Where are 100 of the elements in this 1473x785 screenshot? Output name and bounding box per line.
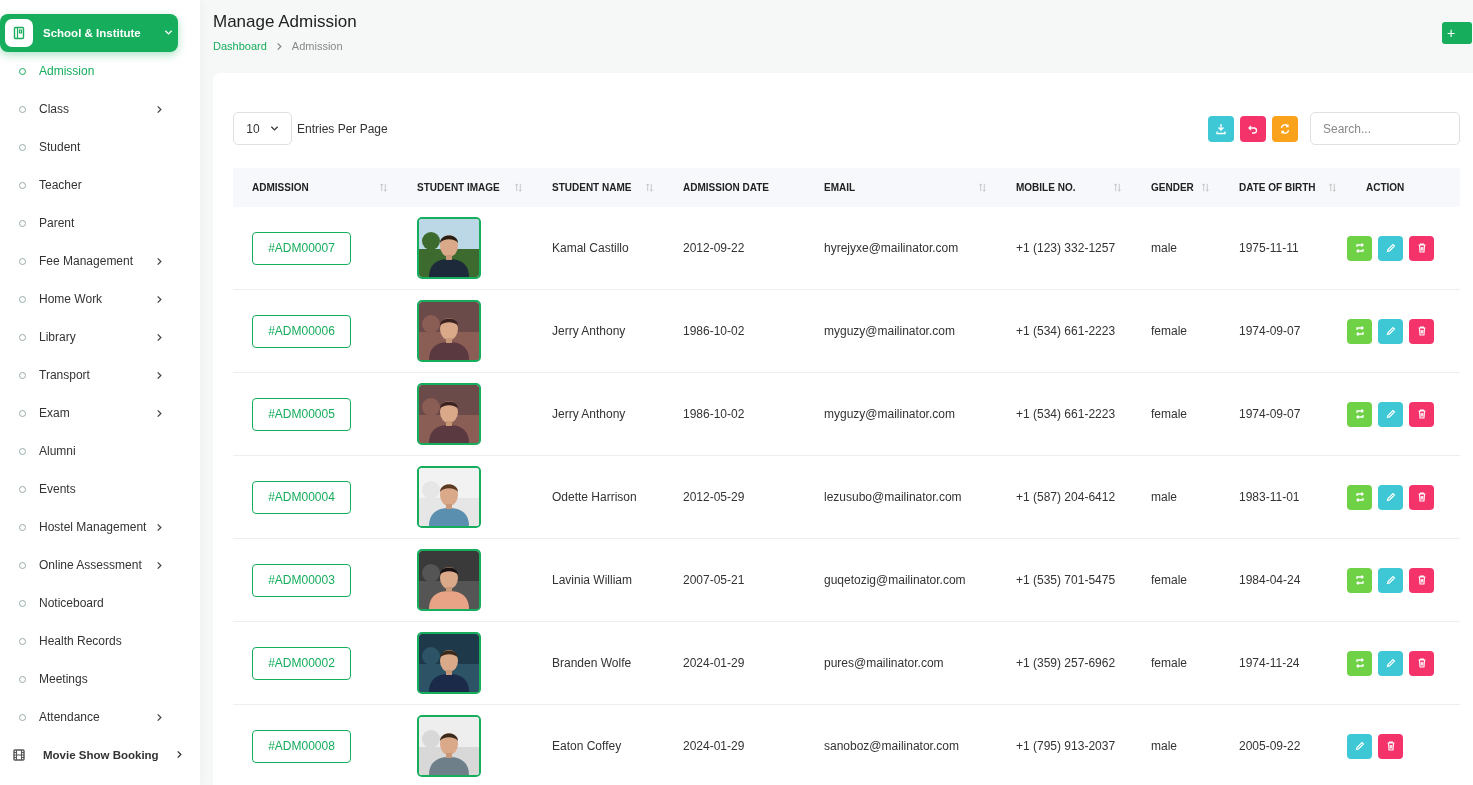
table-cell: Jerry Anthony: [552, 407, 626, 421]
sidebar-item[interactable]: Events: [0, 470, 200, 508]
edit-button[interactable]: [1378, 484, 1403, 510]
sidebar-item[interactable]: Transport: [0, 356, 200, 394]
search-field[interactable]: Search...: [1310, 112, 1460, 145]
chevron-icon: [155, 522, 164, 532]
table-cell: 1974-09-07: [1239, 407, 1301, 421]
undo-button[interactable]: [1240, 115, 1266, 142]
table-cell: female: [1151, 656, 1188, 670]
convert-button[interactable]: [1347, 401, 1372, 427]
table-cell: male: [1151, 739, 1177, 753]
page-size-select[interactable]: 10: [233, 112, 292, 145]
convert-button[interactable]: [1347, 484, 1372, 510]
table-cell: lezusubo@mailinator.com: [824, 490, 962, 504]
download-button[interactable]: [1208, 115, 1234, 142]
sidebar-item[interactable]: Online Assessment: [0, 546, 200, 584]
edit-button[interactable]: [1347, 733, 1372, 759]
table-cell: sanoboz@mailinator.com: [824, 739, 959, 753]
column-header[interactable]: STUDENT IMAGE: [417, 182, 500, 193]
sidebar-item[interactable]: Home Work: [0, 280, 200, 318]
delete-button[interactable]: [1409, 401, 1434, 427]
delete-button[interactable]: [1409, 484, 1434, 510]
sidebar-item[interactable]: Fee Management: [0, 242, 200, 280]
delete-button[interactable]: [1378, 733, 1403, 759]
column-header[interactable]: MOBILE NO.: [1016, 182, 1076, 193]
convert-button[interactable]: [1347, 650, 1372, 676]
table-cell: 1975-11-11: [1239, 241, 1299, 255]
column-header[interactable]: GENDER: [1151, 182, 1194, 193]
page-title: Manage Admission: [213, 12, 358, 32]
table-cell: Jerry Anthony: [552, 324, 626, 338]
sidebar-item[interactable]: Attendance: [0, 698, 200, 736]
table-cell: +1 (534) 661-2223: [1016, 407, 1116, 421]
edit-button[interactable]: [1378, 235, 1403, 261]
sidebar-item[interactable]: Library: [0, 318, 200, 356]
table-cell: 2024-01-29: [683, 656, 745, 670]
column-header[interactable]: ACTION: [1366, 182, 1405, 193]
breadcrumb-current: Admission: [291, 40, 343, 52]
sort-icon[interactable]: [514, 183, 523, 192]
column-header[interactable]: ADMISSION: [252, 182, 309, 193]
table-cell: myguzy@mailinator.com: [824, 407, 955, 421]
chevron-icon: [155, 560, 164, 570]
delete-button[interactable]: [1409, 567, 1434, 593]
table-cell: +1 (359) 257-6962: [1016, 656, 1116, 670]
column-header[interactable]: STUDENT NAME: [552, 182, 632, 193]
sidebar-item[interactable]: Class: [0, 90, 200, 128]
delete-button[interactable]: [1409, 650, 1434, 676]
table-cell: +1 (795) 913-2037: [1016, 739, 1116, 753]
book-icon: [12, 26, 26, 40]
convert-button[interactable]: [1347, 318, 1372, 344]
delete-button[interactable]: [1409, 235, 1434, 261]
edit-button[interactable]: [1378, 567, 1403, 593]
chevron-icon: [155, 332, 164, 342]
table-cell: female: [1151, 573, 1188, 587]
table-cell: female: [1151, 324, 1188, 338]
sidebar-item[interactable]: Teacher: [0, 166, 200, 204]
edit-button[interactable]: [1378, 318, 1403, 344]
table-cell: +1 (535) 701-5475: [1016, 573, 1116, 587]
delete-button[interactable]: [1409, 318, 1434, 344]
column-header[interactable]: ADMISSION DATE: [683, 182, 769, 193]
sidebar-item[interactable]: Exam: [0, 394, 200, 432]
table-cell: 1986-10-02: [683, 324, 745, 338]
convert-button[interactable]: [1347, 567, 1372, 593]
table-cell: +1 (123) 332-1257: [1016, 241, 1116, 255]
table-cell: 1983-11-01: [1239, 490, 1300, 504]
table-cell: 1984-04-24: [1239, 573, 1301, 587]
sort-icon[interactable]: [1328, 183, 1337, 192]
table-cell: 1974-11-24: [1239, 656, 1300, 670]
sidebar-group[interactable]: Movie Show Booking: [0, 736, 200, 774]
sort-icon[interactable]: [645, 183, 654, 192]
table-cell: 2007-05-21: [683, 573, 745, 587]
sidebar-item[interactable]: Noticeboard: [0, 584, 200, 622]
sidebar-item[interactable]: Student: [0, 128, 200, 166]
table-cell: 1974-09-07: [1239, 324, 1301, 338]
convert-button[interactable]: [1347, 235, 1372, 261]
edit-button[interactable]: [1378, 401, 1403, 427]
refresh-button[interactable]: [1272, 115, 1298, 142]
group-label: School & Institute: [43, 27, 142, 39]
sidebar-item[interactable]: Health Records: [0, 622, 200, 660]
sort-icon[interactable]: [1201, 183, 1210, 192]
sort-icon[interactable]: [978, 183, 987, 192]
table-cell: Kamal Castillo: [552, 241, 629, 255]
entries-label: Entries Per Page: [297, 121, 388, 136]
table-cell: Lavinia William: [552, 573, 633, 587]
chevron-icon: [155, 408, 164, 418]
table-cell: +1 (587) 204-6412: [1016, 490, 1116, 504]
table-cell: hyrejyxe@mailinator.com: [824, 241, 959, 255]
edit-button[interactable]: [1378, 650, 1403, 676]
table-cell: 1986-10-02: [683, 407, 745, 421]
column-header[interactable]: DATE OF BIRTH: [1239, 182, 1316, 193]
column-header[interactable]: EMAIL: [824, 182, 856, 193]
table-cell: +1 (534) 661-2223: [1016, 324, 1116, 338]
table-cell: 2012-05-29: [683, 490, 745, 504]
sidebar-item[interactable]: Alumni: [0, 432, 200, 470]
sort-icon[interactable]: [1113, 183, 1122, 192]
sidebar-item[interactable]: Parent: [0, 204, 200, 242]
chevron-icon: [155, 712, 164, 722]
sidebar-item[interactable]: Meetings: [0, 660, 200, 698]
sort-icon[interactable]: [379, 183, 388, 192]
sidebar-item[interactable]: Hostel Management: [0, 508, 200, 546]
chevron-icon: [155, 256, 164, 266]
